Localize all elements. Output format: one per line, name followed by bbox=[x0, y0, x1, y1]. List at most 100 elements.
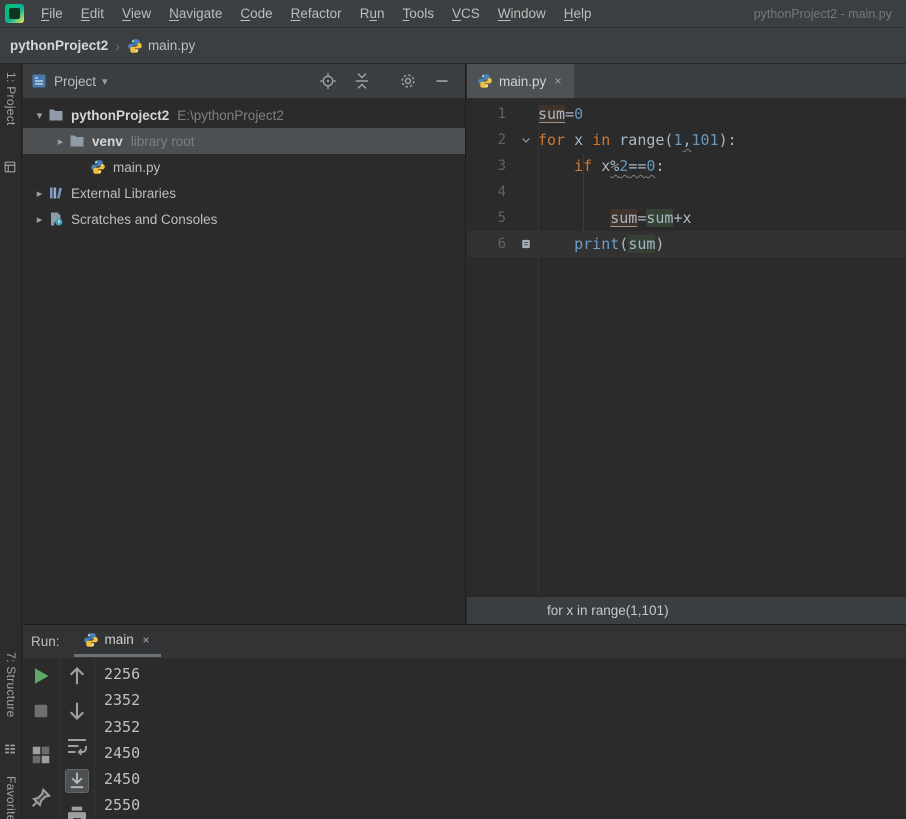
editor-body[interactable]: 1 sum=0 2 for x in range(1,101): 3 if x%2==0… bbox=[467, 99, 906, 596]
line-number[interactable]: 1 bbox=[467, 106, 514, 122]
run-console[interactable]: 2256 2352 2352 2450 2450 2550 bbox=[95, 658, 906, 819]
window-title: pythonProject2 - main.py bbox=[753, 6, 892, 21]
project-panel-title[interactable]: Project bbox=[54, 74, 96, 89]
chevron-down-icon[interactable]: ▾ bbox=[102, 75, 108, 88]
chevron-down-icon[interactable]: ▾ bbox=[31, 109, 48, 122]
line-number[interactable]: 3 bbox=[467, 158, 514, 174]
code-text: for x in range(1,101): bbox=[538, 131, 737, 149]
soft-wrap-icon[interactable] bbox=[65, 734, 89, 758]
tree-item-suffix: E:\pythonProject2 bbox=[177, 107, 284, 123]
chevron-right-icon[interactable]: ▸ bbox=[31, 213, 48, 226]
run-tab-main[interactable]: main bbox=[73, 625, 161, 657]
breadcrumb-file[interactable]: main.py bbox=[148, 38, 195, 53]
rerun-icon[interactable] bbox=[29, 664, 53, 688]
collapse-all-icon[interactable] bbox=[353, 72, 371, 90]
close-icon[interactable] bbox=[140, 634, 152, 646]
tree-item-label: Scratches and Consoles bbox=[71, 211, 218, 227]
navigation-bar: pythonProject2 › main.py bbox=[0, 28, 906, 64]
scratches-icon bbox=[48, 211, 64, 227]
code-line-1[interactable]: 1 sum=0 bbox=[467, 101, 906, 127]
menu-navigate[interactable]: Navigate bbox=[160, 3, 231, 24]
menu-items: File Edit View Navigate Code Refactor Run Tools… bbox=[32, 3, 601, 24]
run-tab-label: main bbox=[104, 632, 134, 647]
editor-context-bar: for x in range(1,101) bbox=[467, 596, 906, 624]
up-arrow-icon[interactable] bbox=[65, 664, 89, 688]
editor-area: main.py 1 sum=0 2 for x in range(1,101): 3 i… bbox=[467, 64, 906, 624]
chevron-right-icon[interactable]: ▸ bbox=[31, 187, 48, 200]
tree-item-label: pythonProject2 bbox=[71, 107, 170, 123]
code-line-6[interactable]: 6 print(sum) bbox=[467, 231, 906, 257]
tree-item-external-libraries[interactable]: ▸ External Libraries bbox=[23, 180, 465, 206]
menu-tools[interactable]: Tools bbox=[393, 3, 443, 24]
run-toolbar-primary bbox=[23, 658, 60, 819]
code-text: if x%2==0: bbox=[574, 157, 665, 175]
menu-help[interactable]: Help bbox=[555, 3, 601, 24]
run-tool-window: Run: main 2256 2352 2352 2450 2450 2550 bbox=[23, 624, 906, 819]
menu-edit[interactable]: Edit bbox=[72, 3, 113, 24]
code-text: print(sum) bbox=[574, 235, 665, 253]
run-panel-title: Run: bbox=[31, 633, 60, 649]
minimize-icon[interactable] bbox=[433, 72, 451, 90]
line-number[interactable]: 6 bbox=[467, 236, 514, 252]
stripe-structure-tab[interactable]: 7: Structure bbox=[4, 652, 18, 718]
code-line-2[interactable]: 2 for x in range(1,101): bbox=[467, 127, 906, 153]
tree-item-pythonproject2[interactable]: ▾ pythonProject2 E:\pythonProject2 bbox=[23, 102, 465, 128]
line-marker-icon[interactable] bbox=[514, 238, 538, 250]
run-panel-header: Run: main bbox=[23, 625, 906, 658]
pin-icon[interactable] bbox=[29, 786, 53, 810]
stripe-project-tab[interactable]: 1: Project bbox=[4, 72, 18, 126]
breadcrumb-separator-icon: › bbox=[115, 37, 120, 54]
folder-icon bbox=[48, 107, 64, 123]
left-tool-stripe: 1: Project 7: Structure Favorites bbox=[0, 64, 22, 819]
menu-file[interactable]: File bbox=[32, 3, 72, 24]
menu-run[interactable]: Run bbox=[351, 3, 394, 24]
tree-item-suffix: library root bbox=[130, 133, 195, 149]
chevron-right-icon[interactable]: ▸ bbox=[52, 135, 69, 148]
tool-window-icon[interactable] bbox=[3, 160, 19, 176]
menu-refactor[interactable]: Refactor bbox=[282, 3, 351, 24]
console-line: 2256 bbox=[104, 665, 141, 683]
tree-item-label: main.py bbox=[113, 159, 161, 175]
crosshair-icon[interactable] bbox=[319, 72, 337, 90]
project-tree: ▾ pythonProject2 E:\pythonProject2 ▸ venv lib… bbox=[23, 99, 465, 232]
folder-icon bbox=[69, 133, 85, 149]
tree-item-scratches-and-consoles[interactable]: ▸ Scratches and Consoles bbox=[23, 206, 465, 232]
pycharm-logo-icon bbox=[5, 4, 24, 23]
line-number[interactable]: 2 bbox=[467, 132, 514, 148]
project-panel-header: Project ▾ bbox=[23, 64, 465, 99]
tree-item-main-py[interactable]: main.py bbox=[23, 154, 465, 180]
restore-layout-icon[interactable] bbox=[29, 743, 53, 767]
line-number[interactable]: 4 bbox=[467, 184, 514, 200]
stripe-favorites-tab[interactable]: Favorites bbox=[4, 776, 18, 819]
console-line: 2550 bbox=[104, 796, 141, 815]
gear-icon[interactable] bbox=[399, 72, 417, 90]
tree-item-venv[interactable]: ▸ venv library root bbox=[23, 128, 465, 154]
python-icon bbox=[477, 73, 493, 89]
code-text: sum=0 bbox=[538, 105, 584, 123]
tree-item-label: External Libraries bbox=[71, 185, 177, 201]
editor-tab-label: main.py bbox=[499, 73, 547, 89]
menu-view[interactable]: View bbox=[113, 3, 160, 24]
line-number[interactable]: 5 bbox=[467, 210, 514, 226]
code-line-3[interactable]: 3 if x%2==0: bbox=[467, 153, 906, 179]
project-tool-window: Project ▾ ▾ pythonProject2 E:\pythonProjec… bbox=[23, 64, 466, 624]
code-line-4[interactable]: 4 bbox=[467, 179, 906, 205]
context-bar-text: for x in range(1,101) bbox=[547, 603, 669, 618]
libraries-icon bbox=[48, 185, 64, 201]
menu-bar: File Edit View Navigate Code Refactor Run Tools… bbox=[0, 0, 906, 28]
scroll-end-icon[interactable] bbox=[65, 769, 89, 793]
console-line: 2352 bbox=[104, 717, 141, 736]
menu-code[interactable]: Code bbox=[231, 3, 281, 24]
down-arrow-icon[interactable] bbox=[65, 699, 89, 723]
editor-tab-mainpy[interactable]: main.py bbox=[467, 64, 575, 98]
menu-window[interactable]: Window bbox=[489, 3, 555, 24]
printer-icon[interactable] bbox=[65, 804, 89, 819]
close-icon[interactable] bbox=[552, 75, 564, 87]
breadcrumb-project[interactable]: pythonProject2 bbox=[10, 38, 108, 53]
stop-icon[interactable] bbox=[29, 699, 53, 723]
console-line: 2352 bbox=[104, 691, 141, 710]
code-line-5[interactable]: 5 sum=sum+x bbox=[467, 205, 906, 231]
menu-vcs[interactable]: VCS bbox=[443, 3, 489, 24]
fold-down-icon[interactable] bbox=[514, 134, 538, 146]
grid-icon[interactable] bbox=[3, 742, 19, 758]
